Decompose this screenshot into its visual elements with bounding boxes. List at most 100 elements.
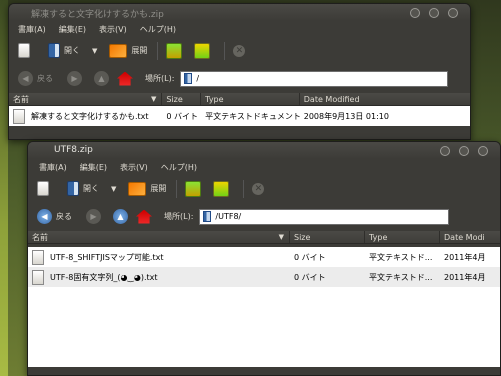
- column-date[interactable]: Date Modi: [440, 231, 500, 243]
- open-archive-icon: [48, 43, 60, 58]
- menubar: 書庫(A) 編集(E) 表示(V) ヘルプ(H): [9, 21, 470, 37]
- menubar: 書庫(A) 編集(E) 表示(V) ヘルプ(H): [28, 159, 500, 175]
- titlebar[interactable]: 解凍すると文字化けするかも.zip: [9, 4, 470, 21]
- file-name: UTF-8固有文字列_(◕‿◕).txt: [50, 272, 158, 282]
- archive-window-active[interactable]: UTF8.zip 書庫(A) 編集(E) 表示(V) ヘルプ(H) 開く ▼ 展…: [27, 141, 501, 376]
- extract-button[interactable]: 展開: [109, 43, 148, 58]
- extract-label: 展開: [150, 184, 167, 193]
- column-type[interactable]: Type: [365, 231, 440, 243]
- menu-edit[interactable]: 編集(E): [80, 162, 107, 173]
- table-row[interactable]: UTF-8固有文字列_(◕‿◕).txt 0 バイト 平文テキストド... 20…: [28, 267, 500, 287]
- menu-view[interactable]: 表示(V): [120, 162, 148, 173]
- column-name[interactable]: 名前 ▼: [9, 93, 163, 105]
- back-label[interactable]: 戻る: [56, 211, 72, 222]
- table-row[interactable]: 解凍すると文字化けするかも.txt 0 バイト 平文テキストドキュメント 200…: [9, 106, 470, 126]
- column-type[interactable]: Type: [201, 93, 300, 105]
- close-button[interactable]: [448, 8, 458, 18]
- add-folder-icon[interactable]: [194, 42, 211, 59]
- minimize-button[interactable]: [410, 8, 420, 18]
- location-label: 場所(L):: [145, 74, 175, 83]
- close-button[interactable]: [478, 146, 488, 156]
- location-field[interactable]: /: [180, 70, 449, 87]
- column-size-label: Size: [166, 94, 183, 104]
- up-arrow-icon[interactable]: ▲: [113, 209, 128, 224]
- toolbar: 開く ▼ 展開 ✕: [28, 175, 500, 202]
- location-field[interactable]: /UTF8/: [199, 208, 450, 225]
- file-name: 解凍すると文字化けするかも.txt: [31, 111, 149, 121]
- up-arrow-icon[interactable]: ▲: [94, 71, 109, 86]
- column-date[interactable]: Date Modified: [300, 93, 470, 105]
- home-icon[interactable]: [136, 209, 152, 224]
- name-cell: UTF-8固有文字列_(◕‿◕).txt: [28, 269, 290, 285]
- open-label: 開く: [83, 184, 99, 193]
- new-archive-icon[interactable]: [37, 181, 49, 196]
- menu-archive[interactable]: 書庫(A): [39, 162, 67, 173]
- file-size: 0 バイト: [166, 111, 198, 121]
- open-label: 開く: [64, 46, 80, 55]
- file-list: UTF-8_SHIFTJISマップ可能.txt 0 バイト 平文テキストド...…: [28, 247, 500, 367]
- desktop-edge: [0, 0, 8, 376]
- forward-arrow-icon[interactable]: ▶: [86, 209, 101, 224]
- column-type-label: Type: [205, 94, 224, 104]
- back-label[interactable]: 戻る: [37, 73, 53, 84]
- menu-edit[interactable]: 編集(E): [59, 24, 86, 35]
- new-archive-icon[interactable]: [18, 43, 30, 58]
- menu-archive[interactable]: 書庫(A): [18, 24, 46, 35]
- window-title: 解凍すると文字化けするかも.zip: [31, 10, 164, 20]
- open-dropdown-arrow[interactable]: ▼: [92, 47, 97, 55]
- file-type: 平文テキストド...: [369, 252, 433, 262]
- back-arrow-icon[interactable]: ◀: [37, 209, 52, 224]
- file-date: 2008年9月13日 01:10: [303, 111, 389, 121]
- open-button[interactable]: 開く: [48, 43, 80, 58]
- file-size: 0 バイト: [294, 272, 326, 282]
- location-bar: ◀ 戻る ▶ ▲ 場所(L): /UTF8/: [28, 202, 500, 231]
- extract-label: 展開: [131, 46, 148, 55]
- table-row[interactable]: UTF-8_SHIFTJISマップ可能.txt 0 バイト 平文テキストド...…: [28, 247, 500, 267]
- toolbar-separator: [157, 41, 159, 60]
- open-dropdown-arrow[interactable]: ▼: [111, 185, 116, 193]
- archive-root-icon: [184, 73, 193, 84]
- column-size[interactable]: Size: [162, 93, 202, 105]
- stop-icon[interactable]: ✕: [252, 182, 265, 195]
- column-date-label: Date Modi: [444, 232, 485, 242]
- column-date-label: Date Modified: [303, 94, 360, 104]
- add-files-icon[interactable]: [166, 42, 183, 59]
- menu-help[interactable]: ヘルプ(H): [140, 24, 176, 35]
- file-date: 2011年4月: [444, 252, 486, 262]
- titlebar[interactable]: UTF8.zip: [28, 142, 500, 159]
- archive-root-icon: [203, 211, 212, 222]
- column-type-label: Type: [369, 232, 388, 242]
- maximize-button[interactable]: [459, 146, 469, 156]
- column-headers: 名前 ▼ Size Type Date Modified: [9, 93, 470, 106]
- text-file-icon: [32, 249, 44, 265]
- extract-icon: [109, 43, 128, 58]
- add-folder-icon[interactable]: [213, 180, 230, 197]
- extract-icon: [128, 181, 147, 196]
- file-type: 平文テキストドキュメント: [205, 111, 300, 121]
- maximize-button[interactable]: [429, 8, 439, 18]
- minimize-button[interactable]: [440, 146, 450, 156]
- sort-descending-icon: ▼: [278, 233, 284, 241]
- column-name[interactable]: 名前 ▼: [28, 231, 290, 243]
- column-size[interactable]: Size: [290, 231, 365, 243]
- toolbar-separator: [243, 179, 245, 198]
- column-name-label: 名前: [13, 94, 29, 104]
- extract-button[interactable]: 展開: [128, 181, 167, 196]
- sort-descending-icon: ▼: [150, 95, 157, 103]
- open-archive-icon: [67, 181, 79, 196]
- back-arrow-icon[interactable]: ◀: [18, 71, 33, 86]
- stop-icon[interactable]: ✕: [233, 44, 246, 57]
- add-files-icon[interactable]: [185, 180, 202, 197]
- menu-help[interactable]: ヘルプ(H): [161, 162, 197, 173]
- name-cell: 解凍すると文字化けするかも.txt: [9, 108, 162, 124]
- file-type: 平文テキストド...: [369, 272, 433, 282]
- open-button[interactable]: 開く: [67, 181, 99, 196]
- file-list: 解凍すると文字化けするかも.txt 0 バイト 平文テキストドキュメント 200…: [9, 106, 470, 126]
- location-label: 場所(L):: [164, 212, 194, 221]
- home-icon[interactable]: [117, 71, 133, 86]
- archive-window-inactive[interactable]: 解凍すると文字化けするかも.zip 書庫(A) 編集(E) 表示(V) ヘルプ(…: [8, 3, 471, 140]
- forward-arrow-icon[interactable]: ▶: [67, 71, 82, 86]
- window-title: UTF8.zip: [54, 145, 93, 155]
- menu-view[interactable]: 表示(V): [99, 24, 127, 35]
- column-headers: 名前 ▼ Size Type Date Modi: [28, 231, 500, 244]
